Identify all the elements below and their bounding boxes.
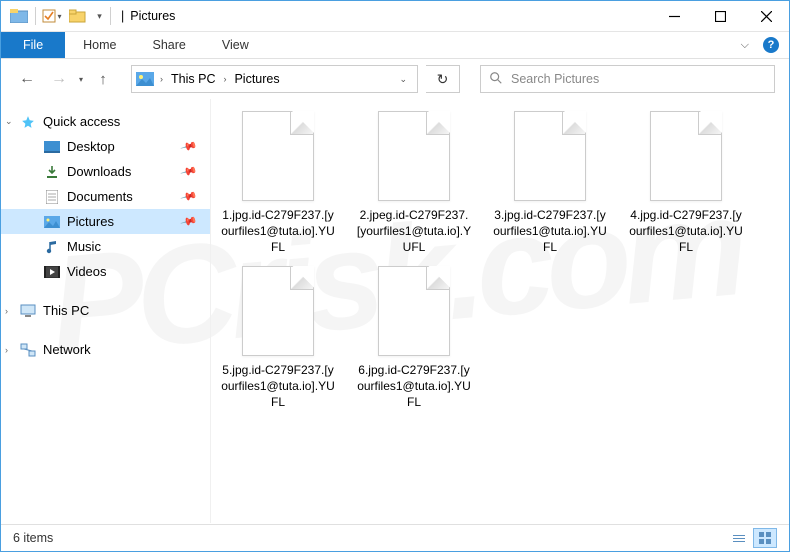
sidebar-item-videos[interactable]: Videos: [1, 259, 210, 284]
new-folder-qat-button[interactable]: [66, 4, 90, 28]
refresh-button[interactable]: ↻: [426, 65, 460, 93]
up-button[interactable]: ↑: [91, 67, 115, 91]
pc-icon: [19, 304, 37, 318]
star-icon: [19, 115, 37, 129]
file-item[interactable]: 3.jpg.id-C279F237.[yourfiles1@tuta.io].Y…: [491, 111, 609, 256]
file-item[interactable]: 5.jpg.id-C279F237.[yourfiles1@tuta.io].Y…: [219, 266, 337, 411]
sidebar-network[interactable]: › Network: [1, 337, 210, 362]
file-icon: [242, 266, 314, 356]
file-icon: [514, 111, 586, 201]
history-dropdown[interactable]: ▾: [79, 75, 83, 84]
search-icon: [489, 71, 503, 88]
file-icon: [378, 111, 450, 201]
sidebar-this-pc[interactable]: › This PC: [1, 298, 210, 323]
sidebar-item-label: Pictures: [67, 214, 114, 229]
sidebar-item-pictures[interactable]: Pictures 📌: [1, 209, 210, 234]
pin-icon: 📌: [180, 137, 198, 155]
desktop-icon: [43, 141, 61, 153]
qat-customize-button[interactable]: ▾: [92, 4, 106, 28]
status-bar: 6 items: [1, 524, 789, 551]
sidebar-item-label: Documents: [67, 189, 133, 204]
tab-home[interactable]: Home: [65, 32, 134, 58]
sidebar-item-label: Quick access: [43, 114, 120, 129]
file-name-label: 2.jpeg.id-C279F237.[yourfiles1@tuta.io].…: [355, 207, 473, 256]
chevron-right-icon[interactable]: ›: [158, 74, 165, 84]
file-name-label: 1.jpg.id-C279F237.[yourfiles1@tuta.io].Y…: [219, 207, 337, 256]
breadcrumb-current[interactable]: Pictures: [232, 72, 281, 86]
address-dropdown[interactable]: ⌄: [399, 74, 407, 85]
maximize-button[interactable]: [697, 1, 743, 32]
chevron-right-icon[interactable]: ›: [221, 74, 228, 84]
address-bar[interactable]: › This PC › Pictures ⌄: [131, 65, 418, 93]
videos-icon: [43, 266, 61, 278]
pin-icon: 📌: [180, 187, 198, 205]
sidebar-item-desktop[interactable]: Desktop 📌: [1, 134, 210, 159]
ribbon-tabs: File Home Share View ⌵ ?: [1, 32, 789, 59]
app-icon[interactable]: [7, 4, 31, 28]
sidebar-item-label: Downloads: [67, 164, 131, 179]
file-name-label: 3.jpg.id-C279F237.[yourfiles1@tuta.io].Y…: [491, 207, 609, 256]
window-title: Pictures: [130, 9, 175, 23]
title-sep: |: [121, 9, 124, 23]
documents-icon: [43, 190, 61, 204]
large-icons-view-button[interactable]: [753, 528, 777, 548]
collapse-icon[interactable]: ⌄: [5, 116, 13, 127]
qat-separator: [35, 7, 36, 25]
sidebar-item-label: Desktop: [67, 139, 115, 154]
help-icon[interactable]: ?: [763, 37, 779, 53]
chevron-down-icon: ▾: [57, 12, 61, 21]
expand-icon[interactable]: ›: [5, 306, 8, 316]
file-item[interactable]: 6.jpg.id-C279F237.[yourfiles1@tuta.io].Y…: [355, 266, 473, 411]
tab-view[interactable]: View: [204, 32, 267, 58]
file-tab[interactable]: File: [1, 32, 65, 58]
tab-share[interactable]: Share: [135, 32, 204, 58]
pin-icon: 📌: [180, 162, 198, 180]
sidebar-item-label: Network: [43, 342, 91, 357]
forward-button[interactable]: →: [47, 67, 71, 91]
expand-icon[interactable]: ›: [5, 345, 8, 355]
file-name-label: 5.jpg.id-C279F237.[yourfiles1@tuta.io].Y…: [219, 362, 337, 411]
file-name-label: 4.jpg.id-C279F237.[yourfiles1@tuta.io].Y…: [627, 207, 745, 256]
title-bar: ▾ ▾ | Pictures: [1, 1, 789, 32]
file-item[interactable]: 1.jpg.id-C279F237.[yourfiles1@tuta.io].Y…: [219, 111, 337, 256]
status-item-count: 6 items: [13, 531, 53, 545]
navigation-pane: ⌄ Quick access Desktop📌Downloads📌Documen…: [1, 99, 211, 523]
sidebar-quick-access[interactable]: ⌄ Quick access: [1, 109, 210, 134]
sidebar-item-label: Videos: [67, 264, 107, 279]
network-icon: [19, 343, 37, 357]
properties-qat-button[interactable]: ▾: [40, 4, 64, 28]
file-name-label: 6.jpg.id-C279F237.[yourfiles1@tuta.io].Y…: [355, 362, 473, 411]
sidebar-item-label: Music: [67, 239, 101, 254]
pictures-icon: [43, 216, 61, 228]
music-icon: [43, 240, 61, 254]
file-list[interactable]: 1.jpg.id-C279F237.[yourfiles1@tuta.io].Y…: [211, 99, 789, 523]
file-icon: [378, 266, 450, 356]
pin-icon: 📌: [180, 212, 198, 230]
sidebar-item-label: This PC: [43, 303, 89, 318]
pictures-icon: [136, 72, 154, 86]
file-icon: [242, 111, 314, 201]
breadcrumb-this-pc[interactable]: This PC: [169, 72, 217, 86]
search-input[interactable]: Search Pictures: [480, 65, 775, 93]
details-view-button[interactable]: [727, 528, 751, 548]
navigation-bar: ← → ▾ ↑ › This PC › Pictures ⌄ ↻ Search …: [1, 59, 789, 99]
file-item[interactable]: 2.jpeg.id-C279F237.[yourfiles1@tuta.io].…: [355, 111, 473, 256]
chevron-down-icon: ▾: [97, 11, 102, 22]
sidebar-item-music[interactable]: Music: [1, 234, 210, 259]
back-button[interactable]: ←: [15, 67, 39, 91]
sidebar-item-documents[interactable]: Documents 📌: [1, 184, 210, 209]
close-button[interactable]: [743, 1, 789, 32]
search-placeholder: Search Pictures: [511, 72, 599, 86]
sidebar-item-downloads[interactable]: Downloads 📌: [1, 159, 210, 184]
downloads-icon: [43, 165, 61, 179]
file-icon: [650, 111, 722, 201]
qat-separator: [110, 7, 111, 25]
ribbon-collapse-button[interactable]: ⌵: [741, 39, 749, 52]
file-item[interactable]: 4.jpg.id-C279F237.[yourfiles1@tuta.io].Y…: [627, 111, 745, 256]
minimize-button[interactable]: [651, 1, 697, 32]
